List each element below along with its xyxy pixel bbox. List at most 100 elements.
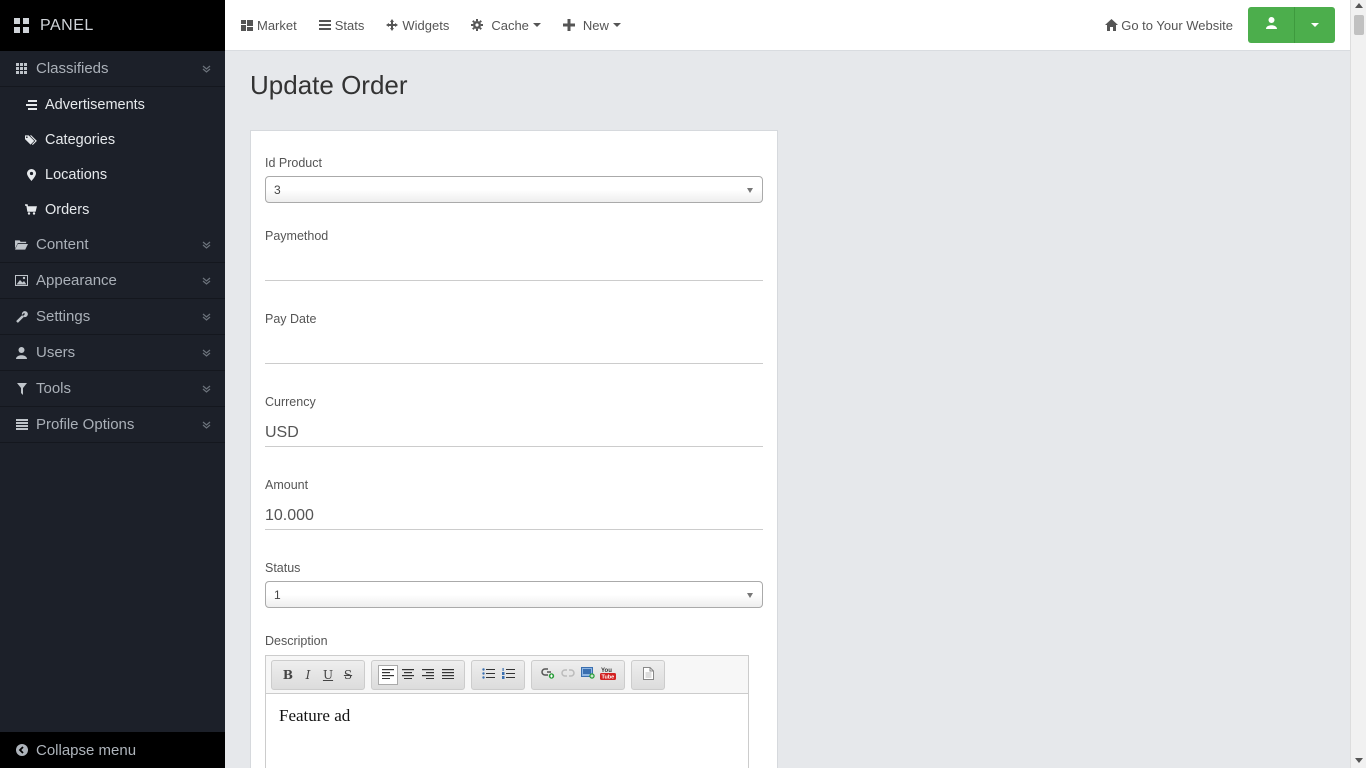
go-to-website-link[interactable]: Go to Your Website xyxy=(1105,18,1233,33)
chevron-down-icon xyxy=(202,312,211,321)
insert-link-button[interactable] xyxy=(538,665,558,685)
brand[interactable]: PANEL xyxy=(0,0,225,51)
pay-date-label: Pay Date xyxy=(265,312,317,326)
scroll-up-arrow-icon[interactable] xyxy=(1355,3,1363,8)
user-icon xyxy=(1265,16,1277,34)
id-product-select[interactable]: 3 xyxy=(265,176,763,203)
sidebar-submenu-classifieds: Advertisements Categories Locations Orde… xyxy=(0,87,225,227)
unlink-icon xyxy=(561,667,575,682)
align-left-icon xyxy=(382,668,394,682)
main-content: Update Order Id Product 3 Paymethod Pay … xyxy=(225,52,1350,768)
move-icon xyxy=(386,19,399,31)
select-arrow-icon xyxy=(747,188,753,193)
source-group xyxy=(631,659,665,690)
topbar: Market Stats Widgets Cache New Go to You… xyxy=(225,0,1350,51)
editor-toolbar: B I U S You Tube xyxy=(266,656,748,694)
document-icon xyxy=(642,666,654,683)
amount-field: Amount 10.000 xyxy=(265,478,763,530)
sidebar-item-locations[interactable]: Locations xyxy=(0,157,225,192)
justify-button[interactable] xyxy=(438,665,458,685)
sidebar-item-categories[interactable]: Categories xyxy=(0,122,225,157)
sidebar-item-label: Locations xyxy=(45,166,108,183)
status-label: Status xyxy=(265,561,301,575)
id-product-value: 3 xyxy=(274,182,281,197)
map-marker-icon xyxy=(25,168,37,181)
topbar-widgets-label: Widgets xyxy=(402,17,450,33)
topbar-market[interactable]: Market xyxy=(241,18,297,33)
bullet-list-icon xyxy=(481,667,495,682)
unlink-button[interactable] xyxy=(558,665,578,685)
user-dropdown-toggle[interactable] xyxy=(1295,7,1335,43)
insert-image-button[interactable] xyxy=(578,665,598,685)
insert-youtube-button[interactable]: You Tube xyxy=(598,665,618,685)
brand-title: PANEL xyxy=(40,16,94,34)
sidebar-item-content[interactable]: Content xyxy=(0,227,225,263)
collapse-menu-button[interactable]: Collapse menu xyxy=(0,732,225,768)
sidebar-item-profile-options[interactable]: Profile Options xyxy=(0,407,225,443)
sidebar-item-tools[interactable]: Tools xyxy=(0,371,225,407)
topbar-right: Go to Your Website xyxy=(1105,7,1350,43)
sidebar-item-label: Advertisements xyxy=(45,96,145,113)
status-select[interactable]: 1 xyxy=(265,581,763,608)
description-label: Description xyxy=(265,634,328,648)
currency-input[interactable]: USD xyxy=(265,415,763,447)
amount-input[interactable]: 10.000 xyxy=(265,498,763,530)
sidebar-item-users[interactable]: Users xyxy=(0,335,225,371)
caret-down-icon xyxy=(532,23,541,27)
pay-date-input[interactable] xyxy=(265,332,763,364)
underline-button[interactable]: U xyxy=(318,665,338,685)
dashboard-icon xyxy=(241,19,253,31)
scrollbar-thumb[interactable] xyxy=(1354,15,1364,35)
topbar-new-dropdown[interactable]: New xyxy=(562,18,621,33)
user-button[interactable] xyxy=(1248,7,1295,43)
sidebar-item-appearance[interactable]: Appearance xyxy=(0,263,225,299)
sidebar-item-label: Settings xyxy=(36,308,91,325)
view-source-button[interactable] xyxy=(638,665,658,685)
align-right-button[interactable] xyxy=(418,665,438,685)
sidebar-item-advertisements[interactable]: Advertisements xyxy=(0,87,225,122)
sidebar-item-classifieds[interactable]: Classifieds xyxy=(0,51,225,87)
caret-down-icon xyxy=(1311,23,1319,27)
description-editor: B I U S You Tube Feature ad xyxy=(265,655,749,768)
text-style-group: B I U S xyxy=(271,659,365,690)
paymethod-input[interactable] xyxy=(265,249,763,281)
currency-label: Currency xyxy=(265,395,316,409)
numbered-list-button[interactable] xyxy=(498,665,518,685)
chevron-down-icon xyxy=(202,348,211,357)
currency-field: Currency USD xyxy=(265,395,763,447)
chevron-down-icon xyxy=(202,276,211,285)
italic-button[interactable]: I xyxy=(298,665,318,685)
sidebar-item-label: Users xyxy=(36,344,76,361)
sidebar-item-settings[interactable]: Settings xyxy=(0,299,225,335)
sidebar-item-label: Orders xyxy=(45,201,90,218)
sidebar-item-label: Content xyxy=(36,236,89,253)
id-product-field: Id Product 3 xyxy=(265,156,763,203)
italic-icon: I xyxy=(305,667,311,682)
image-icon xyxy=(581,667,595,682)
topbar-stats[interactable]: Stats xyxy=(318,17,365,33)
topbar-widgets[interactable]: Widgets xyxy=(386,18,449,33)
alignment-group xyxy=(371,659,465,690)
align-center-button[interactable] xyxy=(398,665,418,685)
topbar-cache-dropdown[interactable]: Cache xyxy=(471,18,541,33)
grid-icon xyxy=(14,18,29,33)
go-to-website-label: Go to Your Website xyxy=(1121,17,1233,33)
description-editor-content[interactable]: Feature ad xyxy=(266,694,748,738)
arrow-left-circle-icon xyxy=(15,744,28,757)
list-icon xyxy=(25,99,37,111)
topbar-stats-label: Stats xyxy=(334,17,365,33)
scroll-down-arrow-icon[interactable] xyxy=(1355,758,1363,763)
align-center-icon xyxy=(402,668,414,682)
page-scrollbar[interactable] xyxy=(1350,0,1366,768)
order-form-panel: Id Product 3 Paymethod Pay Date Currency… xyxy=(250,130,778,768)
caret-down-icon xyxy=(612,23,621,27)
strikethrough-button[interactable]: S xyxy=(338,665,358,685)
strikethrough-icon: S xyxy=(343,667,353,682)
link-icon xyxy=(541,667,555,682)
bold-button[interactable]: B xyxy=(278,665,298,685)
bullet-list-button[interactable] xyxy=(478,665,498,685)
sidebar-item-orders[interactable]: Orders xyxy=(0,192,225,227)
align-justify-icon xyxy=(442,668,454,682)
align-left-button[interactable] xyxy=(378,664,398,685)
sidebar-item-label: Classifieds xyxy=(36,60,109,77)
